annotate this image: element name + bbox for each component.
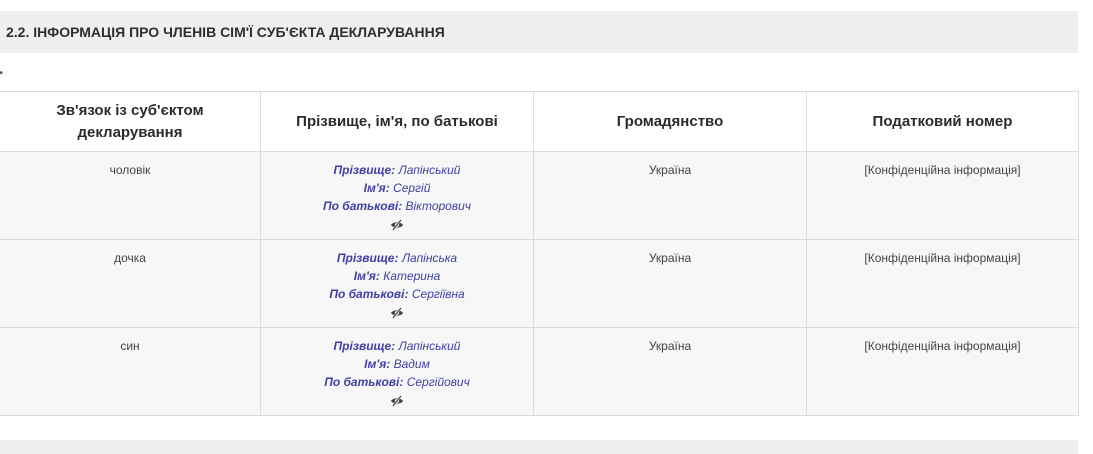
column-header-relation: Зв'язок із суб'єктом декларування (0, 91, 261, 152)
surname-label: Прізвище: (333, 339, 396, 353)
full-name-cell: Прізвище: Лапінський Ім'я: Сергій По бат… (260, 151, 534, 240)
first-name-line: Ім'я: Вадим (267, 355, 527, 373)
surname-label: Прізвище: (336, 251, 399, 265)
name-block: Прізвище: Лапінський Ім'я: Сергій По бат… (267, 161, 527, 233)
first-name-value: Вадим (393, 357, 430, 371)
column-header-tax-number: Податковий номер (806, 91, 1079, 152)
patronymic-label: По батькові: (324, 375, 404, 389)
citizenship-cell: Україна (533, 239, 807, 328)
first-name-value: Катерина (383, 269, 441, 283)
eye-slash-icon[interactable] (390, 394, 404, 408)
first-name-value: Сергій (393, 181, 431, 195)
next-section-header (0, 440, 1078, 454)
surname-line: Прізвище: Лапінський (267, 337, 527, 355)
patronymic-line: По батькові: Сергійович (267, 373, 527, 391)
table-row: чоловік Прізвище: Лапінський Ім'я: Сергі… (0, 151, 1079, 240)
section-dots: •• (0, 69, 3, 79)
column-header-citizenship: Громадянство (533, 91, 807, 152)
eye-slash-icon[interactable] (390, 306, 404, 320)
table-row: син Прізвище: Лапінський Ім'я: Вадим По … (0, 327, 1079, 416)
tax-number-cell: [Конфіденційна інформація] (806, 239, 1079, 328)
surname-line: Прізвище: Лапінський (267, 161, 527, 179)
patronymic-value: Вікторович (405, 199, 472, 213)
surname-value: Лапінський (398, 163, 461, 177)
tax-number-cell: [Конфіденційна інформація] (806, 327, 1079, 416)
surname-line: Прізвище: Лапінська (267, 249, 527, 267)
full-name-cell: Прізвище: Лапінська Ім'я: Катерина По ба… (260, 239, 534, 328)
first-name-line: Ім'я: Сергій (267, 179, 527, 197)
name-block: Прізвище: Лапінський Ім'я: Вадим По бать… (267, 337, 527, 409)
section-header: 2.2. ІНФОРМАЦІЯ ПРО ЧЛЕНІВ СІМ'Ї СУБ'ЄКТ… (0, 11, 1078, 53)
full-name-cell: Прізвище: Лапінський Ім'я: Вадим По бать… (260, 327, 534, 416)
name-block: Прізвище: Лапінська Ім'я: Катерина По ба… (267, 249, 527, 321)
patronymic-label: По батькові: (322, 199, 403, 213)
relation-cell: чоловік (0, 151, 261, 240)
first-name-label: Ім'я: (364, 357, 391, 371)
table-row: дочка Прізвище: Лапінська Ім'я: Катерина… (0, 239, 1079, 328)
first-name-label: Ім'я: (353, 269, 380, 283)
patronymic-value: Сергіївна (411, 287, 465, 301)
patronymic-line: По батькові: Вікторович (267, 197, 527, 215)
eye-slash-icon[interactable] (390, 218, 404, 232)
table-header-row: Зв'язок із суб'єктом декларування Прізви… (0, 91, 1079, 152)
section-title: 2.2. ІНФОРМАЦІЯ ПРО ЧЛЕНІВ СІМ'Ї СУБ'ЄКТ… (6, 24, 445, 40)
patronymic-label: По батькові: (329, 287, 409, 301)
family-members-table: Зв'язок із суб'єктом декларування Прізви… (0, 91, 1079, 416)
column-header-full-name: Прізвище, ім'я, по батькові (260, 91, 534, 152)
citizenship-cell: Україна (533, 151, 807, 240)
patronymic-line: По батькові: Сергіївна (267, 285, 527, 303)
first-name-label: Ім'я: (363, 181, 390, 195)
first-name-line: Ім'я: Катерина (267, 267, 527, 285)
surname-value: Лапінський (398, 339, 461, 353)
patronymic-value: Сергійович (406, 375, 470, 389)
surname-label: Прізвище: (333, 163, 396, 177)
tax-number-cell: [Конфіденційна інформація] (806, 151, 1079, 240)
relation-cell: дочка (0, 239, 261, 328)
relation-cell: син (0, 327, 261, 416)
surname-value: Лапінська (401, 251, 458, 265)
citizenship-cell: Україна (533, 327, 807, 416)
